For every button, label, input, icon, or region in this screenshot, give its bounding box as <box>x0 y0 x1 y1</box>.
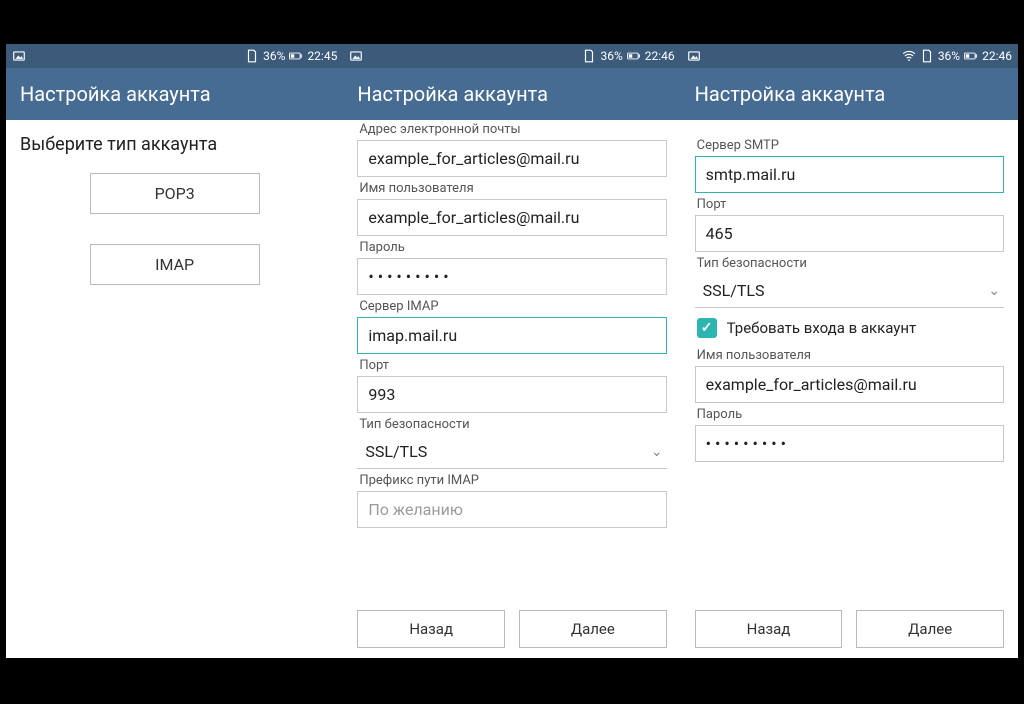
username-field[interactable]: example_for_articles@mail.ru <box>695 366 1004 403</box>
picture-icon <box>349 49 363 63</box>
battery-icon <box>627 49 641 63</box>
battery-percent: 36% <box>600 49 622 63</box>
battery-percent: 36% <box>938 49 960 63</box>
page-title: Настройка аккаунта <box>343 68 680 120</box>
label-imap-prefix: Префикс пути IMAP <box>359 473 666 488</box>
chevron-down-icon: ⌄ <box>988 283 1000 299</box>
battery-icon <box>964 49 978 63</box>
back-button[interactable]: Назад <box>695 610 843 648</box>
imap-prefix-field[interactable]: По желанию <box>357 491 666 528</box>
label-username: Имя пользователя <box>359 181 666 196</box>
pop3-button[interactable]: POP3 <box>90 173 260 214</box>
clock: 22:46 <box>982 49 1012 63</box>
page-title: Настройка аккаунта <box>6 68 343 120</box>
label-port: Порт <box>697 197 1004 212</box>
password-field[interactable]: • • • • • • • • • <box>695 425 1004 462</box>
clock: 22:46 <box>645 49 675 63</box>
chevron-down-icon: ⌄ <box>651 444 663 460</box>
label-imap-server: Сервер IMAP <box>359 299 666 314</box>
back-button[interactable]: Назад <box>357 610 505 648</box>
email-field[interactable]: example_for_articles@mail.ru <box>357 140 666 177</box>
wifi-icon <box>902 49 916 63</box>
port-field[interactable]: 465 <box>695 215 1004 252</box>
label-smtp-server: Сервер SMTP <box>697 138 1004 153</box>
screen-account-type: 36% 22:45 Настройка аккаунта Выберите ти… <box>6 44 343 658</box>
battery-percent: 36% <box>263 49 285 63</box>
account-type-heading: Выберите тип аккаунта <box>20 134 329 155</box>
require-login-label: Требовать входа в аккаунт <box>727 319 917 337</box>
require-login-row[interactable]: ✓ Требовать входа в аккаунт <box>697 318 1002 338</box>
port-field[interactable]: 993 <box>357 376 666 413</box>
label-password: Пароль <box>697 407 1004 422</box>
clock: 22:45 <box>307 49 337 63</box>
smtp-server-field[interactable]: smtp.mail.ru <box>695 156 1004 193</box>
next-button[interactable]: Далее <box>519 610 667 648</box>
label-username: Имя пользователя <box>697 348 1004 363</box>
status-bar: 36% 22:46 <box>343 44 680 68</box>
security-type-value: SSL/TLS <box>703 281 765 300</box>
label-security-type: Тип безопасности <box>359 417 666 432</box>
password-field[interactable]: • • • • • • • • • <box>357 258 666 295</box>
username-field[interactable]: example_for_articles@mail.ru <box>357 199 666 236</box>
screen-outgoing-settings: 36% 22:46 Настройка аккаунта Сервер SMTP… <box>681 44 1018 658</box>
status-bar: 36% 22:45 <box>6 44 343 68</box>
battery-icon <box>289 49 303 63</box>
label-security-type: Тип безопасности <box>697 256 1004 271</box>
picture-icon <box>12 49 26 63</box>
sd-card-icon <box>920 49 934 63</box>
screen-incoming-settings: 36% 22:46 Настройка аккаунта Адрес элект… <box>343 44 680 658</box>
label-password: Пароль <box>359 240 666 255</box>
checkbox-checked-icon: ✓ <box>697 318 717 338</box>
status-bar: 36% 22:46 <box>681 44 1018 68</box>
imap-button[interactable]: IMAP <box>90 244 260 285</box>
security-type-value: SSL/TLS <box>365 442 427 461</box>
sd-card-icon <box>582 49 596 63</box>
label-email: Адрес электронной почты <box>359 122 666 137</box>
security-type-select[interactable]: SSL/TLS ⌄ <box>357 435 666 469</box>
label-port: Порт <box>359 358 666 373</box>
imap-server-field[interactable]: imap.mail.ru <box>357 317 666 354</box>
security-type-select[interactable]: SSL/TLS ⌄ <box>695 274 1004 308</box>
page-title: Настройка аккаунта <box>681 68 1018 120</box>
next-button[interactable]: Далее <box>856 610 1004 648</box>
picture-icon <box>687 49 701 63</box>
sd-card-icon <box>245 49 259 63</box>
